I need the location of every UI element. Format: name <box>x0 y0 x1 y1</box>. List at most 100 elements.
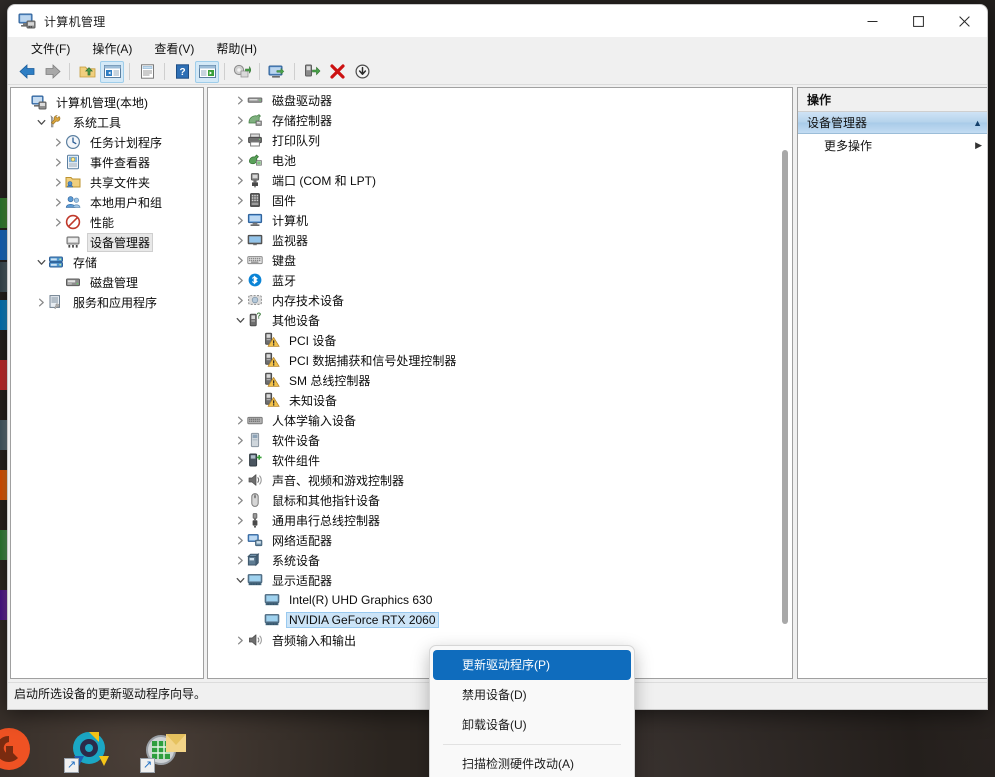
maximize-button[interactable] <box>895 5 941 37</box>
tree-item[interactable]: 存储 <box>11 252 203 272</box>
tree-item[interactable]: 本地用户和组 <box>11 192 203 212</box>
collapse-caret-icon[interactable]: ▲ <box>973 118 982 128</box>
tree-item[interactable]: 打印队列 <box>208 130 792 150</box>
menu-action[interactable]: 操作(A) <box>83 38 141 59</box>
properties-icon[interactable] <box>135 61 159 83</box>
chevron-right-icon[interactable] <box>233 630 247 650</box>
tree-item[interactable]: 声音、视频和游戏控制器 <box>208 470 792 490</box>
chevron-right-icon[interactable] <box>51 132 65 152</box>
chevron-right-icon[interactable] <box>233 430 247 450</box>
chevron-right-icon[interactable] <box>233 290 247 310</box>
menu-file[interactable]: 文件(F) <box>22 38 79 59</box>
show-action-pane-icon[interactable] <box>195 61 219 83</box>
chevron-right-icon[interactable] <box>233 550 247 570</box>
ctx-disable-device[interactable]: 禁用设备(D) <box>433 680 631 710</box>
chevron-right-icon[interactable] <box>233 150 247 170</box>
tree-item[interactable]: 性能 <box>11 212 203 232</box>
ctx-scan-hardware[interactable]: 扫描检测硬件改动(A) <box>433 749 631 777</box>
chevron-down-icon[interactable] <box>233 570 247 590</box>
tree-item[interactable]: PCI 数据捕获和信号处理控制器 <box>208 350 792 370</box>
tree-item[interactable]: 监视器 <box>208 230 792 250</box>
forward-arrow-icon[interactable] <box>40 61 64 83</box>
chevron-right-icon[interactable] <box>233 510 247 530</box>
tree-item[interactable]: 软件设备 <box>208 430 792 450</box>
tree-item[interactable]: 磁盘驱动器 <box>208 90 792 110</box>
chevron-right-icon[interactable] <box>51 212 65 232</box>
chevron-right-icon[interactable] <box>233 210 247 230</box>
chevron-right-icon[interactable] <box>233 250 247 270</box>
tree-item[interactable]: 蓝牙 <box>208 270 792 290</box>
tree-item[interactable]: 通用串行总线控制器 <box>208 510 792 530</box>
chevron-down-icon[interactable] <box>34 112 48 132</box>
close-button[interactable] <box>941 5 987 37</box>
tree-item[interactable]: 端口 (COM 和 LPT) <box>208 170 792 190</box>
tree-item[interactable]: SM 总线控制器 <box>208 370 792 390</box>
tree-item[interactable]: 共享文件夹 <box>11 172 203 192</box>
show-hide-tree-icon[interactable] <box>100 61 124 83</box>
tree-item[interactable]: NVIDIA GeForce RTX 2060 <box>208 610 792 630</box>
tree-item[interactable]: 键盘 <box>208 250 792 270</box>
tree-item[interactable]: 软件组件 <box>208 450 792 470</box>
update-driver-icon[interactable] <box>265 61 289 83</box>
chevron-right-icon[interactable] <box>233 130 247 150</box>
tree-item[interactable]: 存储控制器 <box>208 110 792 130</box>
tree-item[interactable]: 计算机管理(本地) <box>11 92 203 112</box>
chevron-right-icon[interactable] <box>51 192 65 212</box>
scrollbar-thumb[interactable] <box>782 150 788 624</box>
tree-item[interactable]: 计算机 <box>208 210 792 230</box>
tree-item[interactable]: 电池 <box>208 150 792 170</box>
desktop-shortcut-envelope[interactable]: ↗ <box>142 726 188 772</box>
tree-item[interactable]: 人体学输入设备 <box>208 410 792 430</box>
tree-item[interactable]: 磁盘管理 <box>11 272 203 292</box>
scan-hardware-changes-icon[interactable] <box>230 61 254 83</box>
actions-section-device-manager[interactable]: 设备管理器 ▲ <box>798 112 988 134</box>
enable-device-icon[interactable] <box>300 61 324 83</box>
menu-help[interactable]: 帮助(H) <box>207 38 266 59</box>
tree-item[interactable]: 系统工具 <box>11 112 203 132</box>
tree-item[interactable]: 内存技术设备 <box>208 290 792 310</box>
chevron-right-icon[interactable] <box>233 490 247 510</box>
chevron-right-icon[interactable] <box>233 530 247 550</box>
chevron-right-icon[interactable] <box>233 110 247 130</box>
chevron-right-icon[interactable] <box>233 230 247 250</box>
uninstall-device-icon[interactable] <box>350 61 374 83</box>
help-icon[interactable]: ? <box>170 61 194 83</box>
tree-item[interactable]: 设备管理器 <box>11 232 203 252</box>
device-tree-scrollbar[interactable] <box>777 88 792 678</box>
chevron-down-icon[interactable] <box>34 252 48 272</box>
tree-item[interactable]: 事件查看器 <box>11 152 203 172</box>
tree-item[interactable]: 显示适配器 <box>208 570 792 590</box>
tree-item[interactable]: Intel(R) UHD Graphics 630 <box>208 590 792 610</box>
up-folder-icon[interactable] <box>75 61 99 83</box>
actions-item-more-actions[interactable]: 更多操作 ▶ <box>798 134 988 156</box>
desktop-shortcut-blue[interactable]: ↗ <box>66 726 112 772</box>
tree-item[interactable]: 未知设备 <box>208 390 792 410</box>
tree-item[interactable]: 固件 <box>208 190 792 210</box>
tree-item[interactable]: ?其他设备 <box>208 310 792 330</box>
tree-item[interactable]: 服务和应用程序 <box>11 292 203 312</box>
chevron-right-icon[interactable] <box>233 190 247 210</box>
minimize-button[interactable] <box>849 5 895 37</box>
ctx-update-driver[interactable]: 更新驱动程序(P) <box>433 650 631 680</box>
chevron-right-icon[interactable] <box>233 90 247 110</box>
tree-item[interactable]: 网络适配器 <box>208 530 792 550</box>
tree-spacer <box>250 610 264 630</box>
menu-view[interactable]: 查看(V) <box>145 38 203 59</box>
back-arrow-icon[interactable] <box>15 61 39 83</box>
chevron-right-icon[interactable] <box>233 270 247 290</box>
chevron-right-icon[interactable] <box>233 410 247 430</box>
chevron-right-icon[interactable] <box>51 152 65 172</box>
desktop-shortcut-orange[interactable]: ↗ <box>0 726 32 772</box>
tree-item[interactable]: PCI 设备 <box>208 330 792 350</box>
tree-item[interactable]: 鼠标和其他指针设备 <box>208 490 792 510</box>
chevron-right-icon[interactable] <box>233 470 247 490</box>
chevron-right-icon[interactable] <box>233 170 247 190</box>
chevron-down-icon[interactable] <box>233 310 247 330</box>
chevron-right-icon[interactable] <box>233 450 247 470</box>
ctx-uninstall-device[interactable]: 卸载设备(U) <box>433 710 631 740</box>
tree-item[interactable]: 任务计划程序 <box>11 132 203 152</box>
tree-item[interactable]: 系统设备 <box>208 550 792 570</box>
delete-device-icon[interactable] <box>325 61 349 83</box>
chevron-right-icon[interactable] <box>51 172 65 192</box>
chevron-right-icon[interactable] <box>34 292 48 312</box>
